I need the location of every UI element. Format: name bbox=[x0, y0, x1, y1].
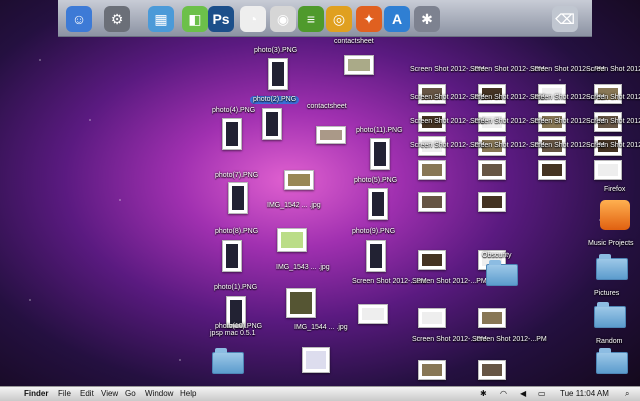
contactsheet-label-0: contactsheet bbox=[334, 38, 374, 45]
spotify-icon[interactable]: ≡ bbox=[298, 6, 324, 32]
volume-icon[interactable]: ◀ bbox=[520, 389, 526, 398]
photo-file-5[interactable] bbox=[262, 108, 282, 140]
photos-icon[interactable]: ▦ bbox=[148, 6, 174, 32]
bluetooth-icon[interactable]: ✱ bbox=[480, 389, 487, 398]
jpg-thumb-0[interactable] bbox=[284, 170, 314, 190]
screenshot-label-d: Screen Shot 2012-...PM bbox=[472, 336, 547, 343]
photo-file-2[interactable] bbox=[222, 240, 242, 272]
screenshot-label-3: Screen Shot 2012-...PM bbox=[586, 66, 640, 73]
folder-random[interactable] bbox=[596, 348, 628, 374]
menu-view[interactable]: View bbox=[101, 389, 118, 398]
menu-finder[interactable]: Finder bbox=[24, 389, 48, 398]
photo-label-7: photo(9).PNG bbox=[352, 228, 396, 235]
screenshot-thumb-22[interactable] bbox=[418, 360, 446, 380]
photo-label-1: photo(2).PNG bbox=[250, 96, 300, 104]
menu-help[interactable]: Help bbox=[180, 389, 196, 398]
photo-label-8: photo(1).PNG bbox=[214, 284, 258, 291]
wifi-icon[interactable]: ◠ bbox=[500, 389, 507, 398]
screenshot-label-7: Screen Shot 2012-...PM bbox=[586, 94, 640, 101]
chrome-browser-icon[interactable]: ◎ bbox=[326, 6, 352, 32]
folder-label-music: Music Projects bbox=[588, 240, 634, 247]
screenshot-thumb-12[interactable] bbox=[418, 160, 446, 180]
folder-music-projects[interactable] bbox=[596, 254, 628, 280]
folder-label-random: Random bbox=[596, 338, 623, 345]
jpg-label-1: IMG_1543 ... .jpg bbox=[276, 264, 330, 271]
contactsheet-thumb-0[interactable] bbox=[344, 55, 374, 75]
firefox-label: Firefox bbox=[604, 186, 626, 193]
spotlight-icon[interactable]: ⌕ bbox=[625, 389, 629, 399]
menu-bar: Finder File Edit View Go Window Help ✱ ◠… bbox=[0, 386, 640, 401]
app-label-jpsp: jpsp mac 0.5.1 bbox=[210, 330, 256, 337]
photo-label-2: photo(4).PNG bbox=[212, 107, 256, 114]
photo-label-0: photo(3).PNG bbox=[254, 47, 298, 54]
dock: ☺ ⚙ ▦ ◧ Ps ◔ ◉ ≡ ◎ ✦ A ✱ ⌫ bbox=[58, 0, 592, 37]
photoshop-icon[interactable]: Ps bbox=[208, 6, 234, 32]
menu-go[interactable]: Go bbox=[125, 389, 136, 398]
jpg-thumb-2[interactable] bbox=[286, 288, 316, 318]
settings-icon[interactable]: ✱ bbox=[414, 6, 440, 32]
photo-label-3: photo(11).PNG bbox=[356, 127, 403, 134]
photo-file-6[interactable] bbox=[370, 138, 390, 170]
screenshot-label-c: Screen Shot 2012-...PM bbox=[352, 278, 427, 285]
photo-file-1[interactable] bbox=[228, 182, 248, 214]
folder-jpsp[interactable] bbox=[212, 348, 244, 374]
jpg-thumb-3[interactable] bbox=[302, 347, 330, 373]
folder-label-obscurity: Obscurity bbox=[482, 252, 512, 259]
photo-file-7[interactable] bbox=[368, 188, 388, 220]
jpg-label-0: IMG_1542 ... .jpg bbox=[267, 202, 321, 209]
menu-file[interactable]: File bbox=[58, 389, 71, 398]
photo-file-8[interactable] bbox=[366, 240, 386, 272]
photo-label-6: photo(8).PNG bbox=[215, 228, 259, 235]
contactsheet-thumb-1[interactable] bbox=[316, 126, 346, 144]
menu-window[interactable]: Window bbox=[145, 389, 173, 398]
chrome-icon[interactable]: ◉ bbox=[270, 6, 296, 32]
photo-file-0[interactable] bbox=[222, 118, 242, 150]
photo-label-5: photo(5).PNG bbox=[354, 177, 398, 184]
firefox-app-icon[interactable] bbox=[600, 200, 630, 230]
screenshot-thumb-21[interactable] bbox=[478, 308, 506, 328]
timer-icon[interactable]: ◔ bbox=[240, 6, 266, 32]
finder-icon[interactable]: ☺ bbox=[66, 6, 92, 32]
menu-edit[interactable]: Edit bbox=[80, 389, 94, 398]
battery-icon[interactable]: ▭ bbox=[538, 389, 546, 398]
folder-label-pictures: Pictures bbox=[594, 290, 620, 297]
menu-clock[interactable]: Tue 11:04 AM bbox=[560, 389, 609, 398]
folder-obscurity[interactable] bbox=[486, 260, 518, 286]
jpg-label-2: IMG_1544 ... .jpg bbox=[294, 324, 348, 331]
photo-file-4[interactable] bbox=[268, 58, 288, 90]
screenshot-thumb-18[interactable] bbox=[418, 250, 446, 270]
screenshot-thumb-16[interactable] bbox=[418, 192, 446, 212]
screenshot-thumb-14[interactable] bbox=[538, 160, 566, 180]
preview-icon[interactable]: ◧ bbox=[182, 6, 208, 32]
screenshot-thumb-23[interactable] bbox=[478, 360, 506, 380]
trash-icon[interactable]: ⌫ bbox=[552, 6, 578, 32]
launchpad-icon[interactable]: ⚙ bbox=[104, 6, 130, 32]
contactsheet-label-1: contactsheet bbox=[307, 103, 347, 110]
photo-label-4: photo(7).PNG bbox=[215, 172, 259, 179]
firefox-icon[interactable]: ✦ bbox=[356, 6, 382, 32]
jpg-thumb-1[interactable] bbox=[277, 228, 307, 252]
screenshot-thumb-20[interactable] bbox=[418, 308, 446, 328]
screenshot-thumb-15[interactable] bbox=[594, 160, 622, 180]
screenshot-label-11: Screen Shot 2012-...PM bbox=[586, 118, 640, 125]
screenshot-thumb-13[interactable] bbox=[478, 160, 506, 180]
app-store-icon[interactable]: A bbox=[384, 6, 410, 32]
screenshot-thumb-x[interactable] bbox=[358, 304, 388, 324]
folder-pictures[interactable] bbox=[594, 302, 626, 328]
screenshot-thumb-17[interactable] bbox=[478, 192, 506, 212]
screenshot-label-15: Screen Shot 2012-...PM bbox=[586, 142, 640, 149]
